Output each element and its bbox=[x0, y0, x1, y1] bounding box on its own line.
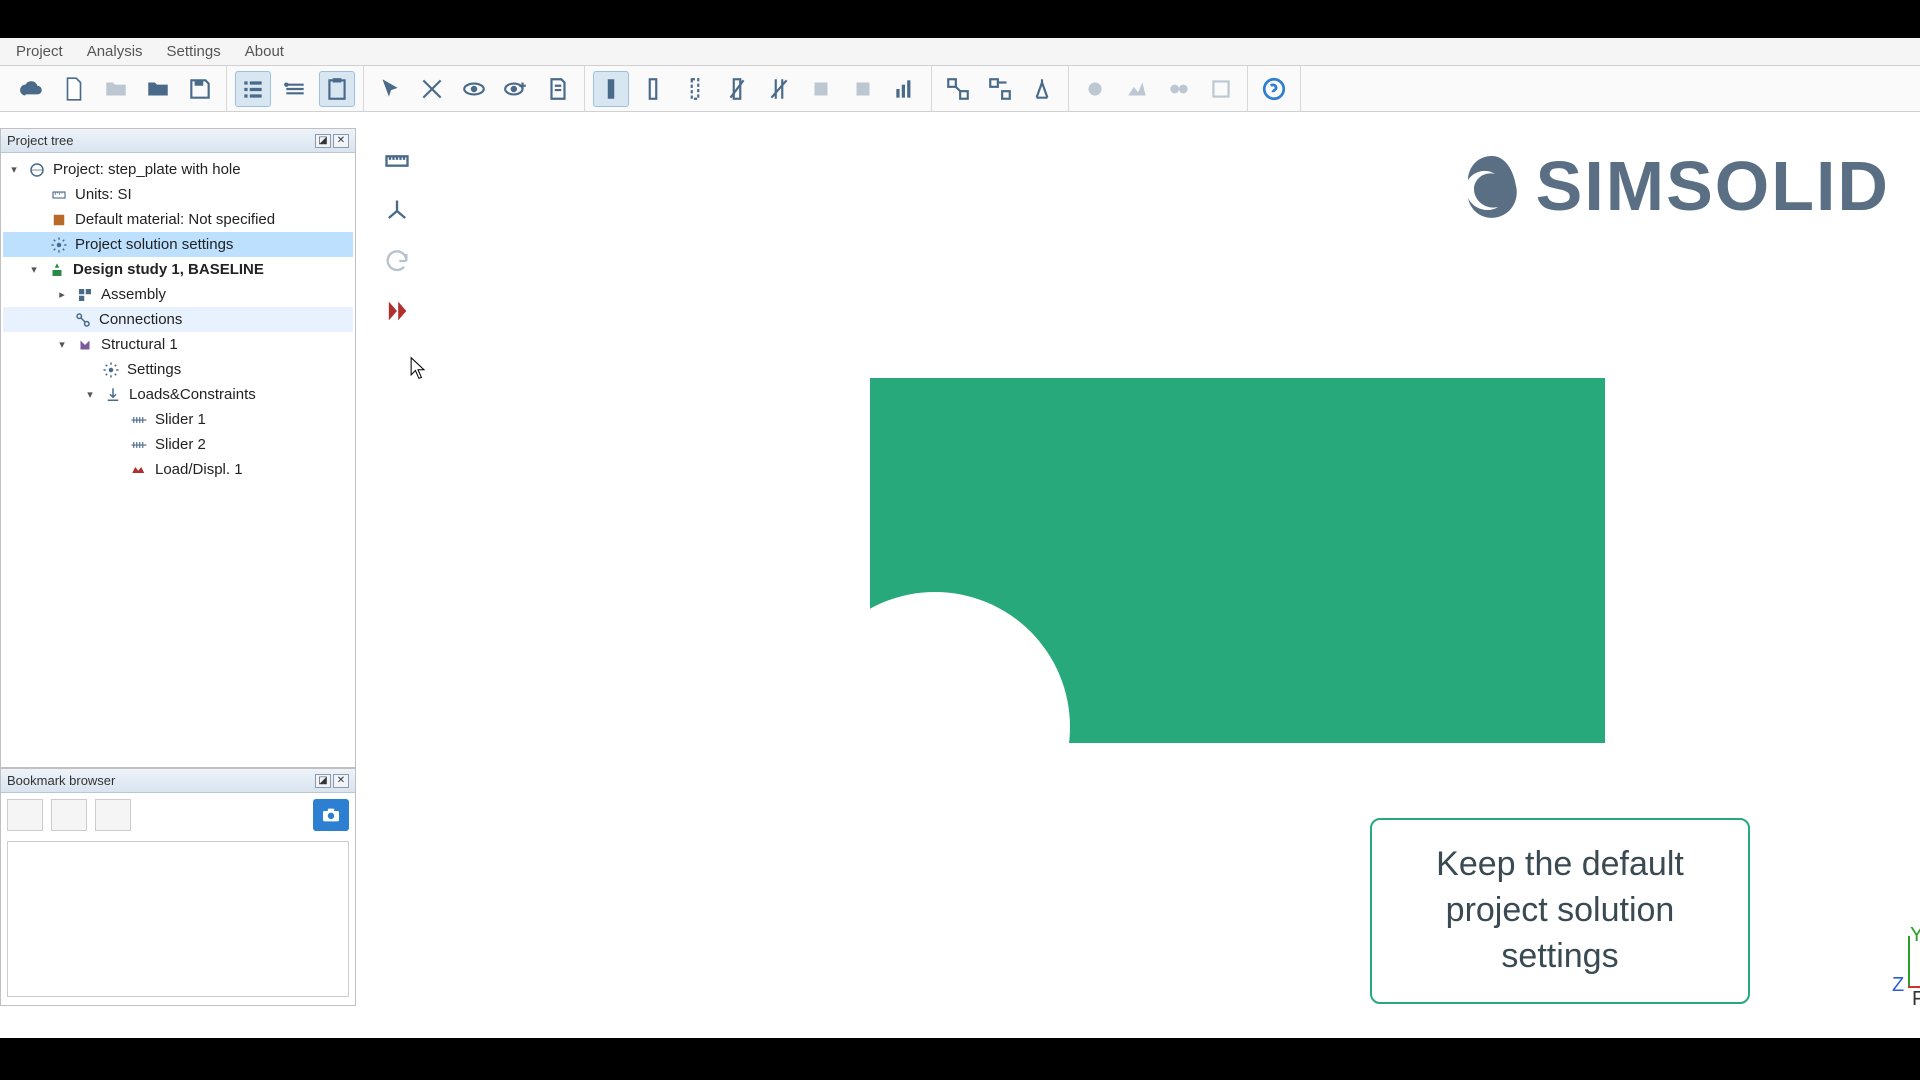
tree-settings-structural[interactable]: Settings bbox=[127, 361, 181, 378]
axes-icon[interactable] bbox=[380, 194, 414, 228]
new-file-icon[interactable] bbox=[56, 71, 92, 107]
slider-icon bbox=[129, 411, 149, 429]
save-icon[interactable] bbox=[182, 71, 218, 107]
refresh-icon[interactable] bbox=[380, 244, 414, 278]
study-icon bbox=[47, 261, 67, 279]
panel-pin-icon[interactable]: ◪ bbox=[315, 134, 331, 148]
connections-icon bbox=[73, 311, 93, 329]
units-icon bbox=[49, 186, 69, 204]
vertical-tool-strip bbox=[376, 144, 418, 328]
chart-bars-icon[interactable] bbox=[887, 71, 923, 107]
result-d-icon[interactable] bbox=[1203, 71, 1239, 107]
load-displ-icon bbox=[129, 461, 149, 479]
tool-b-icon[interactable] bbox=[845, 71, 881, 107]
menu-about[interactable]: About bbox=[233, 39, 296, 64]
logo: SIMSOLID bbox=[1456, 146, 1890, 226]
material-icon bbox=[49, 211, 69, 229]
menu-project[interactable]: Project bbox=[4, 39, 75, 64]
panel-close-icon[interactable]: ✕ bbox=[333, 134, 349, 148]
tree-loads-constraints[interactable]: Loads&Constraints bbox=[129, 386, 256, 403]
tree-collapse-icon[interactable]: ▾ bbox=[83, 388, 97, 401]
bookmark-list[interactable] bbox=[7, 841, 349, 997]
help-icon[interactable] bbox=[1256, 71, 1292, 107]
view-front-label: Front bbox=[1912, 988, 1920, 1011]
bookmark-btn-2[interactable] bbox=[51, 799, 87, 831]
project-tree-title: Project tree bbox=[7, 133, 73, 148]
tree-collapse-icon[interactable]: ▾ bbox=[55, 338, 69, 351]
tree-material[interactable]: Default material: Not specified bbox=[75, 211, 275, 228]
gear-icon bbox=[49, 236, 69, 254]
slider-icon bbox=[129, 436, 149, 454]
bookmark-panel: Bookmark browser ◪ ✕ bbox=[0, 768, 356, 1006]
connect-edit-icon[interactable] bbox=[982, 71, 1018, 107]
visibility-icon[interactable] bbox=[456, 71, 492, 107]
document-tool-icon[interactable] bbox=[540, 71, 576, 107]
connect-tool-icon[interactable] bbox=[940, 71, 976, 107]
tree-collapse-icon[interactable]: ▾ bbox=[7, 163, 21, 176]
model-hole bbox=[800, 592, 1070, 862]
tool-a-icon[interactable] bbox=[803, 71, 839, 107]
tree-solution-settings[interactable]: Project solution settings bbox=[75, 236, 233, 253]
ruler-icon[interactable] bbox=[380, 144, 414, 178]
select-arrow-icon[interactable] bbox=[372, 71, 408, 107]
column-slash-icon[interactable] bbox=[719, 71, 755, 107]
logo-swirl-icon bbox=[1456, 150, 1528, 222]
assembly-icon bbox=[75, 286, 95, 304]
open-folder-icon[interactable] bbox=[98, 71, 134, 107]
structural-icon bbox=[75, 336, 95, 354]
result-c-icon[interactable] bbox=[1161, 71, 1197, 107]
list-view-icon[interactable] bbox=[235, 71, 271, 107]
bookmark-title: Bookmark browser bbox=[7, 773, 115, 788]
tree-collapse-icon[interactable]: ▾ bbox=[27, 263, 41, 276]
bookmark-title-bar: Bookmark browser ◪ ✕ bbox=[1, 769, 355, 793]
panel-close-icon[interactable]: ✕ bbox=[333, 774, 349, 788]
menu-bar: Project Analysis Settings About bbox=[0, 38, 1920, 66]
tree-project-root[interactable]: Project: step_plate with hole bbox=[53, 161, 241, 178]
clipboard-icon[interactable] bbox=[319, 71, 355, 107]
column-hidden-icon[interactable] bbox=[761, 71, 797, 107]
visibility-plus-icon[interactable] bbox=[498, 71, 534, 107]
menu-settings[interactable]: Settings bbox=[155, 39, 233, 64]
bookmark-toolbar-icon[interactable] bbox=[277, 71, 313, 107]
tree-design-study[interactable]: Design study 1, BASELINE bbox=[73, 261, 264, 278]
project-tree[interactable]: ▾ Project: step_plate with hole Units: S… bbox=[1, 153, 355, 486]
column-solid-icon[interactable] bbox=[593, 71, 629, 107]
project-tree-panel: Project tree ◪ ✕ ▾ Project: step_plate w… bbox=[0, 128, 356, 768]
tree-slider-1[interactable]: Slider 1 bbox=[155, 411, 206, 428]
gear-icon bbox=[101, 361, 121, 379]
app-window: Project Analysis Settings About bbox=[0, 38, 1920, 1038]
bookmark-btn-1[interactable] bbox=[7, 799, 43, 831]
result-b-icon[interactable] bbox=[1119, 71, 1155, 107]
axis-y-label: Y bbox=[1910, 924, 1920, 947]
main-toolbar bbox=[0, 66, 1920, 112]
tree-assembly[interactable]: Assembly bbox=[101, 286, 166, 303]
run-icon[interactable] bbox=[380, 294, 414, 328]
tree-expand-icon[interactable]: ▸ bbox=[55, 288, 69, 301]
viewport-3d[interactable]: SIMSOLID Keep the default project soluti… bbox=[420, 128, 1920, 1006]
folder-icon[interactable] bbox=[140, 71, 176, 107]
column-outline-icon[interactable] bbox=[635, 71, 671, 107]
compass-icon[interactable] bbox=[1024, 71, 1060, 107]
axis-z-label: Z bbox=[1892, 974, 1904, 997]
panel-pin-icon[interactable]: ◪ bbox=[315, 774, 331, 788]
cloud-icon[interactable] bbox=[14, 71, 50, 107]
project-icon bbox=[27, 161, 47, 179]
column-dashed-icon[interactable] bbox=[677, 71, 713, 107]
tree-connections[interactable]: Connections bbox=[99, 311, 182, 328]
tree-units[interactable]: Units: SI bbox=[75, 186, 132, 203]
loads-icon bbox=[103, 386, 123, 404]
camera-icon[interactable] bbox=[313, 799, 349, 831]
crossing-arrows-icon[interactable] bbox=[414, 71, 450, 107]
menu-analysis[interactable]: Analysis bbox=[75, 39, 155, 64]
tree-load-displ[interactable]: Load/Displ. 1 bbox=[155, 461, 243, 478]
logo-text: SIMSOLID bbox=[1536, 146, 1890, 226]
project-tree-title-bar: Project tree ◪ ✕ bbox=[1, 129, 355, 153]
bookmark-btn-3[interactable] bbox=[95, 799, 131, 831]
tree-structural[interactable]: Structural 1 bbox=[101, 336, 178, 353]
tree-slider-2[interactable]: Slider 2 bbox=[155, 436, 206, 453]
result-a-icon[interactable] bbox=[1077, 71, 1113, 107]
callout-box: Keep the default project solution settin… bbox=[1370, 818, 1750, 1004]
